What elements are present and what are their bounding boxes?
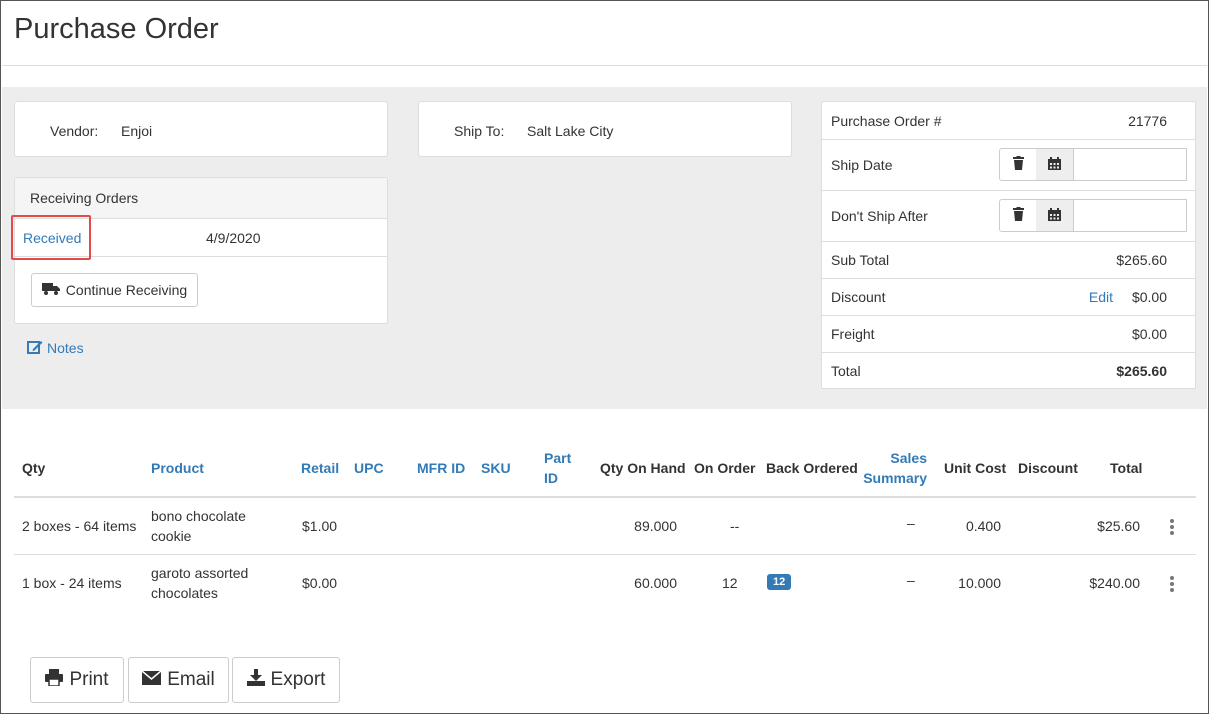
row-retail[interactable]: $1.00 xyxy=(302,516,337,536)
trash-icon xyxy=(1012,207,1024,224)
total-label: Total xyxy=(831,363,861,379)
row-unit-cost: 10.000 xyxy=(958,575,1001,591)
row-total: $25.60 xyxy=(1097,518,1140,534)
title-divider xyxy=(2,65,1207,66)
export-label: Export xyxy=(270,669,326,690)
vendor-label: Vendor: xyxy=(50,123,99,139)
row-product-line2: chocolates xyxy=(151,585,218,601)
total-value: $265.60 xyxy=(1116,363,1167,379)
col-sales-summary-line2[interactable]: Summary xyxy=(863,470,927,486)
col-sku[interactable]: SKU xyxy=(481,460,511,476)
ship-to-card: Ship To: Salt Lake City xyxy=(418,101,792,157)
row-product-line2: cookie xyxy=(151,528,192,544)
po-number-row: Purchase Order # 21776 xyxy=(822,102,1195,140)
ship-date-calendar-button[interactable] xyxy=(1036,148,1074,181)
col-qty[interactable]: Qty xyxy=(22,460,45,476)
email-button[interactable]: Email xyxy=(128,657,229,703)
dont-ship-after-calendar-button[interactable] xyxy=(1036,199,1074,232)
row-actions-kebab-icon[interactable] xyxy=(1170,576,1174,594)
row-qty: 2 boxes - 64 items xyxy=(22,518,137,534)
discount-label: Discount xyxy=(831,289,886,305)
received-highlight-box xyxy=(11,215,91,260)
back-ordered-badge[interactable]: 12 xyxy=(767,574,792,590)
subtotal-row: Sub Total $265.60 xyxy=(822,242,1195,279)
subtotal-value: $265.60 xyxy=(1116,252,1167,268)
ship-to-value: Salt Lake City xyxy=(527,123,614,139)
vendor-value: Enjoi xyxy=(121,123,153,139)
col-part-id-line1[interactable]: Part xyxy=(544,450,571,466)
vendor-card: Vendor: Enjoi xyxy=(14,101,388,157)
col-part-id-line2[interactable]: ID xyxy=(544,470,558,486)
dont-ship-after-clear-button[interactable] xyxy=(999,199,1037,232)
edit-icon xyxy=(27,339,43,357)
col-qty-on-hand: Qty On Hand xyxy=(600,460,686,476)
freight-label: Freight xyxy=(831,326,875,342)
continue-receiving-label: Continue Receiving xyxy=(65,282,188,298)
row-on-order[interactable]: -- xyxy=(730,516,739,536)
page-title: Purchase Order xyxy=(14,13,219,45)
col-back-ordered: Back Ordered xyxy=(766,460,858,476)
dont-ship-after-label: Don't Ship After xyxy=(831,208,928,224)
col-sales-summary-line1[interactable]: Sales xyxy=(890,450,927,466)
row-divider xyxy=(14,554,1196,555)
dont-ship-after-input[interactable] xyxy=(1074,199,1187,232)
col-mfr-id[interactable]: MFR ID xyxy=(417,460,465,476)
row-sales-summary[interactable]: – xyxy=(907,513,915,533)
continue-receiving-button[interactable]: Continue Receiving xyxy=(31,273,198,307)
ship-to-label: Ship To: xyxy=(454,123,505,139)
row-unit-cost: 0.400 xyxy=(965,518,1001,534)
row-on-order[interactable]: 12 xyxy=(722,573,738,593)
print-label: Print xyxy=(69,669,109,690)
calendar-icon xyxy=(1048,156,1061,173)
total-row: Total $265.60 xyxy=(822,353,1195,390)
row-product-line1: bono chocolate xyxy=(151,508,246,524)
col-discount: Discount xyxy=(1018,460,1078,476)
received-date: 4/9/2020 xyxy=(206,230,261,246)
row-actions-kebab-icon[interactable] xyxy=(1170,519,1174,537)
po-number-label: Purchase Order # xyxy=(831,113,942,129)
purchase-order-page: Purchase Order Vendor: Enjoi Ship To: Sa… xyxy=(0,0,1209,714)
email-label: Email xyxy=(167,669,215,690)
row-product-line1: garoto assorted xyxy=(151,565,249,581)
freight-value: $0.00 xyxy=(1131,326,1167,342)
ship-date-label: Ship Date xyxy=(831,157,893,173)
col-upc[interactable]: UPC xyxy=(354,460,384,476)
freight-row: Freight $0.00 xyxy=(822,316,1195,353)
col-unit-cost: Unit Cost xyxy=(944,460,1007,476)
print-button[interactable]: Print xyxy=(30,657,124,703)
col-on-order: On Order xyxy=(694,460,756,476)
order-summary-panel: Purchase Order # 21776 Ship Date Don't S… xyxy=(821,101,1196,389)
row-retail[interactable]: $0.00 xyxy=(302,573,337,593)
row-qty-on-hand: 60.000 xyxy=(634,575,677,591)
receiving-orders-title: Receiving Orders xyxy=(30,190,139,206)
header-divider xyxy=(14,496,1196,498)
download-icon xyxy=(246,668,265,692)
ship-date-input[interactable] xyxy=(1074,148,1187,181)
export-button[interactable]: Export xyxy=(232,657,340,703)
subtotal-label: Sub Total xyxy=(831,252,890,268)
row-qty-on-hand: 89.000 xyxy=(634,518,677,534)
receiving-orders-header: Receiving Orders xyxy=(15,178,387,219)
row-qty: 1 box - 24 items xyxy=(22,575,122,591)
col-total: Total xyxy=(1110,460,1143,476)
truck-icon xyxy=(41,282,60,298)
calendar-icon xyxy=(1048,207,1061,224)
discount-row: Discount Edit $0.00 xyxy=(822,279,1195,316)
discount-edit-link[interactable]: Edit xyxy=(1089,289,1113,305)
dont-ship-after-row: Don't Ship After xyxy=(822,191,1195,242)
notes-label: Notes xyxy=(47,340,84,356)
col-retail[interactable]: Retail xyxy=(301,460,339,476)
envelope-icon xyxy=(141,669,162,691)
discount-value: $0.00 xyxy=(1131,289,1167,305)
col-product[interactable]: Product xyxy=(151,460,204,476)
notes-link[interactable]: Notes xyxy=(27,339,84,357)
po-number-value: 21776 xyxy=(1128,113,1167,129)
trash-icon xyxy=(1012,156,1024,173)
row-sales-summary[interactable]: – xyxy=(907,570,915,590)
ship-date-row: Ship Date xyxy=(822,140,1195,191)
print-icon xyxy=(45,668,64,692)
row-total: $240.00 xyxy=(1089,575,1140,591)
ship-date-clear-button[interactable] xyxy=(999,148,1037,181)
